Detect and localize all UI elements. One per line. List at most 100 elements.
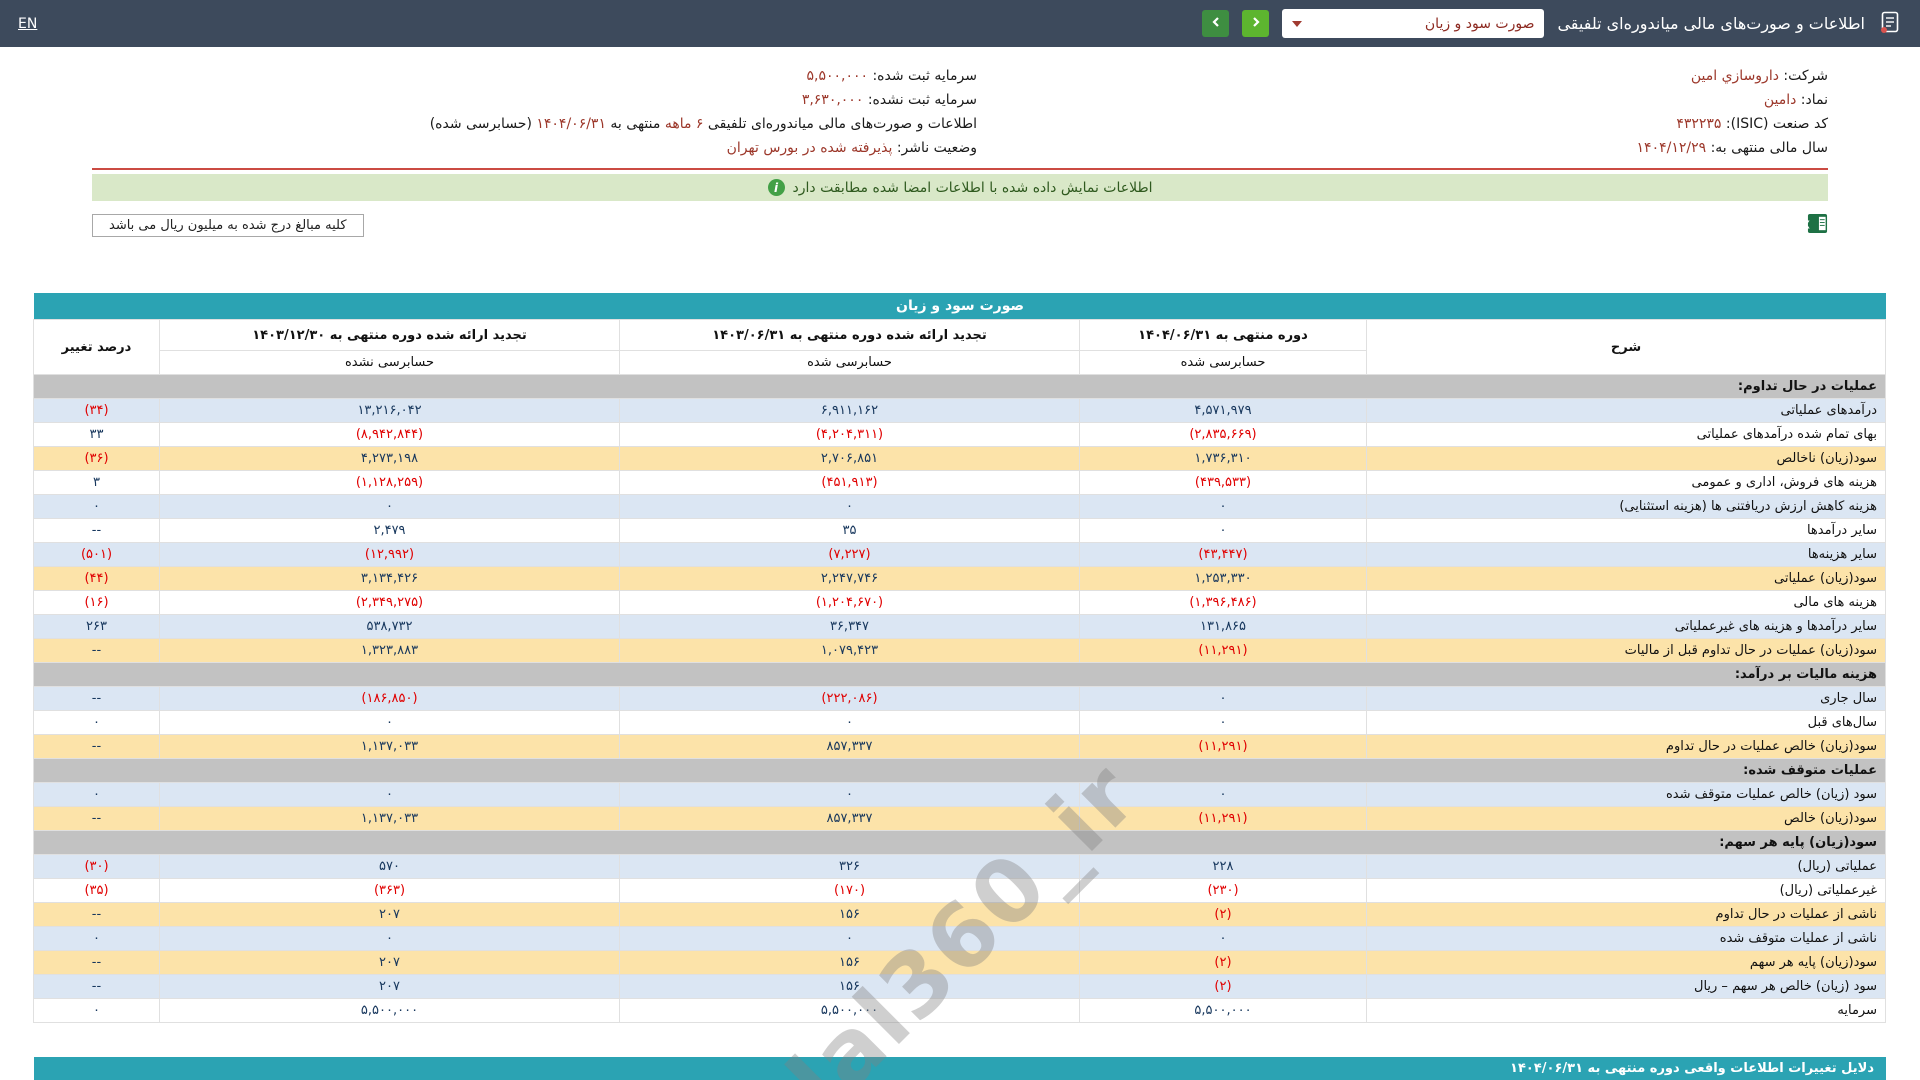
registered-capital-row: سرمایه ثبت شده: ۵,۵۰۰,۰۰۰	[92, 67, 977, 86]
language-switch-en[interactable]: EN	[18, 16, 37, 32]
value-restated-6m: ۱۵۶	[620, 903, 1080, 927]
report-icon[interactable]	[1878, 10, 1902, 38]
value-restated-annual: (۸,۹۴۲,۸۴۴)	[160, 423, 620, 447]
value-current: ۲۲۸	[1080, 855, 1367, 879]
row-label: ناشی از عملیات در حال تداوم	[1367, 903, 1886, 927]
value-current: ۵,۵۰۰,۰۰۰	[1080, 999, 1367, 1023]
signature-match-notice: اطلاعات نمایش داده شده با اطلاعات امضا ش…	[92, 174, 1828, 201]
table-row: سود (زیان) خالص هر سهم – ریال(۲)۱۵۶۲۰۷--	[34, 975, 1886, 999]
value-restated-annual: ۲۰۷	[160, 975, 620, 999]
statement-select-value: صورت سود و زیان	[1425, 16, 1535, 32]
value-current: (۲)	[1080, 975, 1367, 999]
value-restated-annual: ۵۷۰	[160, 855, 620, 879]
table-row: سرمایه۵,۵۰۰,۰۰۰۵,۵۰۰,۰۰۰۵,۵۰۰,۰۰۰۰	[34, 999, 1886, 1023]
unit-note-row: X کلیه مبالغ درج شده به میلیون ریال می ب…	[92, 213, 1828, 237]
table-row: سال‌های قبل۰۰۰۰	[34, 711, 1886, 735]
col-subheader-audited-1: حسابرسی شده	[1080, 351, 1367, 375]
unregistered-capital-row: سرمایه ثبت نشده: ۳,۶۳۰,۰۰۰	[92, 91, 977, 110]
col-header-restated-6m: تجدید ارائه شده دوره منتهی به ۱۴۰۳/۰۶/۳۱	[620, 320, 1080, 351]
value-restated-annual: ۰	[160, 495, 620, 519]
value-restated-6m: ۰	[620, 711, 1080, 735]
excel-icon[interactable]: X	[1807, 213, 1828, 238]
table-row: غیرعملیاتی (ریال)(۲۳۰)(۱۷۰)(۳۶۳)(۳۵)	[34, 879, 1886, 903]
company-info-right-column: شرکت: داروسازي امین نماد: دامین کد صنعت …	[977, 67, 1828, 158]
changes-reasons-header[interactable]: دلایل تغییرات اطلاعات واقعی دوره منتهی ب…	[34, 1057, 1886, 1080]
value-current: ۰	[1080, 519, 1367, 543]
value-current: (۴۳۹,۵۳۳)	[1080, 471, 1367, 495]
red-divider	[92, 168, 1828, 170]
value-current: (۲)	[1080, 951, 1367, 975]
row-label: هزینه های مالی	[1367, 591, 1886, 615]
section-row: هزینه مالیات بر درآمد:	[34, 663, 1886, 687]
section-label: عملیات در حال تداوم:	[34, 375, 1886, 399]
row-label: هزینه های فروش، اداری و عمومی	[1367, 471, 1886, 495]
col-header-pct-change: درصد تغییر	[34, 320, 160, 375]
value-pct-change: --	[34, 903, 160, 927]
value-restated-6m: ۲,۷۰۶,۸۵۱	[620, 447, 1080, 471]
table-row: هزینه کاهش ارزش دریافتنی ها (هزینه استثن…	[34, 495, 1886, 519]
value-current: (۲,۸۳۵,۶۶۹)	[1080, 423, 1367, 447]
row-label: سود(زیان) خالص	[1367, 807, 1886, 831]
income-statement-body: عملیات در حال تداوم:درآمدهای عملیاتی۴,۵۷…	[34, 375, 1886, 1023]
value-restated-6m: ۸۵۷,۳۳۷	[620, 807, 1080, 831]
value-current: (۱۱,۲۹۱)	[1080, 639, 1367, 663]
section-row: عملیات در حال تداوم:	[34, 375, 1886, 399]
value-pct-change: --	[34, 639, 160, 663]
table-row: سود(زیان) ناخالص۱,۷۳۶,۳۱۰۲,۷۰۶,۸۵۱۴,۲۷۳,…	[34, 447, 1886, 471]
value-pct-change: (۳۴)	[34, 399, 160, 423]
chevron-down-icon	[1292, 21, 1302, 27]
next-statement-button[interactable]	[1242, 10, 1269, 37]
row-label: سال جاری	[1367, 687, 1886, 711]
value-restated-6m: (۴,۲۰۴,۳۱۱)	[620, 423, 1080, 447]
value-restated-annual: ۲۰۷	[160, 951, 620, 975]
statement-area: صورت سود و زیان شرح دوره منتهی به ۱۴۰۴/۰…	[0, 293, 1920, 1023]
value-current: (۲۳۰)	[1080, 879, 1367, 903]
table-row: ناشی از عملیات در حال تداوم(۲)۱۵۶۲۰۷--	[34, 903, 1886, 927]
value-restated-6m: ۳۵	[620, 519, 1080, 543]
value-restated-6m: ۱,۰۷۹,۴۲۳	[620, 639, 1080, 663]
value-pct-change: ۰	[34, 783, 160, 807]
value-restated-annual: ۱۳,۲۱۶,۰۴۲	[160, 399, 620, 423]
value-pct-change: (۳۰)	[34, 855, 160, 879]
value-current: (۱۱,۲۹۱)	[1080, 807, 1367, 831]
value-restated-annual: ۱,۳۲۳,۸۸۳	[160, 639, 620, 663]
value-pct-change: ۳۳	[34, 423, 160, 447]
col-header-restated-annual: تجدید ارائه شده دوره منتهی به ۱۴۰۳/۱۲/۳۰	[160, 320, 620, 351]
report-period-row: اطلاعات و صورت‌های مالی میاندوره‌ای تلفی…	[92, 115, 977, 134]
value-restated-annual: ۰	[160, 711, 620, 735]
value-current: ۴,۵۷۱,۹۷۹	[1080, 399, 1367, 423]
value-pct-change: ۳	[34, 471, 160, 495]
value-restated-annual: (۱,۱۲۸,۲۵۹)	[160, 471, 620, 495]
value-restated-annual: ۱,۱۳۷,۰۳۳	[160, 735, 620, 759]
value-pct-change: (۳۶)	[34, 447, 160, 471]
value-restated-6m: ۲,۲۴۷,۷۴۶	[620, 567, 1080, 591]
isic-code-row: کد صنعت (ISIC): ۴۳۲۲۳۵	[977, 115, 1828, 134]
col-subheader-audited-2: حسابرسی شده	[620, 351, 1080, 375]
row-label: سود (زیان) خالص عملیات متوقف شده	[1367, 783, 1886, 807]
value-current: ۱,۷۳۶,۳۱۰	[1080, 447, 1367, 471]
section-label: عملیات متوقف شده:	[34, 759, 1886, 783]
row-label: سایر درآمدها و هزینه های غیرعملیاتی	[1367, 615, 1886, 639]
row-label: سال‌های قبل	[1367, 711, 1886, 735]
income-statement-table: شرح دوره منتهی به ۱۴۰۴/۰۶/۳۱ تجدید ارائه…	[33, 319, 1886, 1023]
table-row: هزینه های مالی(۱,۳۹۶,۴۸۶)(۱,۲۰۴,۶۷۰)(۲,۳…	[34, 591, 1886, 615]
value-restated-6m: (۴۵۱,۹۱۳)	[620, 471, 1080, 495]
company-name-row: شرکت: داروسازي امین	[977, 67, 1828, 86]
table-row: سود(زیان) پایه هر سهم(۲)۱۵۶۲۰۷--	[34, 951, 1886, 975]
statement-select[interactable]: صورت سود و زیان	[1282, 9, 1544, 38]
value-current: (۴۳,۴۴۷)	[1080, 543, 1367, 567]
value-current: ۱۳۱,۸۶۵	[1080, 615, 1367, 639]
prev-statement-button[interactable]	[1202, 10, 1229, 37]
company-info-section: شرکت: داروسازي امین نماد: دامین کد صنعت …	[0, 47, 1920, 201]
value-restated-annual: ۵۳۸,۷۳۲	[160, 615, 620, 639]
table-row: سود(زیان) عملیاتی۱,۲۵۳,۳۳۰۲,۲۴۷,۷۴۶۳,۱۳۴…	[34, 567, 1886, 591]
value-restated-6m: ۰	[620, 783, 1080, 807]
table-row: هزینه های فروش، اداری و عمومی(۴۳۹,۵۳۳)(۴…	[34, 471, 1886, 495]
row-label: سایر درآمدها	[1367, 519, 1886, 543]
section-label: سود(زیان) پایه هر سهم:	[34, 831, 1886, 855]
value-pct-change: --	[34, 687, 160, 711]
row-label: هزینه کاهش ارزش دریافتنی ها (هزینه استثن…	[1367, 495, 1886, 519]
row-label: درآمدهای عملیاتی	[1367, 399, 1886, 423]
row-label: سود (زیان) خالص هر سهم – ریال	[1367, 975, 1886, 999]
value-restated-6m: ۱۵۶	[620, 951, 1080, 975]
